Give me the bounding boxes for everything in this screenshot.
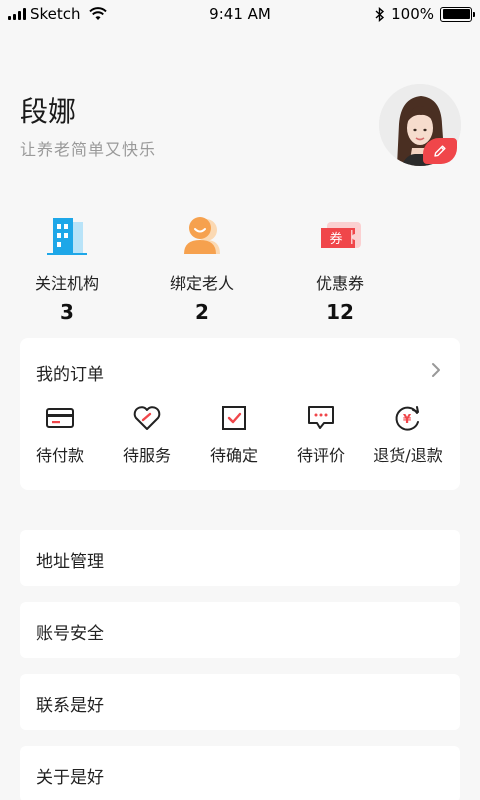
status-right: 100% (375, 5, 475, 23)
pencil-icon (434, 145, 446, 157)
coupon-icon: 券 (285, 206, 395, 256)
comment-icon (277, 404, 365, 432)
refund-icon: ¥ (364, 404, 452, 432)
menu-item-address[interactable]: 地址管理 (20, 530, 460, 586)
refund-icon-text: ¥ (403, 412, 412, 426)
stat-label: 关注机构 (34, 274, 99, 293)
card-icon (16, 404, 104, 432)
profile-name: 段娜 (20, 95, 77, 128)
order-pending-service[interactable]: 待服务 (103, 404, 191, 466)
menu-item-contact[interactable]: 联系是好 (20, 674, 460, 730)
battery-icon (440, 6, 475, 22)
order-pending-payment[interactable]: 待付款 (16, 404, 104, 466)
battery-fill (442, 9, 470, 19)
stat-value: 12 (326, 300, 354, 324)
profile-slogan: 让养老简单又快乐 (20, 140, 157, 159)
stat-value: 2 (195, 300, 209, 324)
menu-label: 关于是好 (36, 768, 104, 788)
bluetooth-icon (375, 6, 385, 22)
order-pending-review[interactable]: 待评价 (277, 404, 365, 466)
building-icon (12, 206, 122, 256)
stat-bound-elders[interactable]: 绑定老人 2 (147, 206, 257, 324)
heart-icon (103, 404, 191, 432)
check-box-icon (190, 404, 278, 432)
stat-value: 3 (60, 300, 74, 324)
order-label: 待评价 (296, 446, 345, 465)
orders-card: 我的订单 待付款 待服务 待确定 待评价 ¥ 退货/退款 (20, 338, 460, 490)
edit-avatar-button[interactable] (423, 138, 457, 164)
coupon-icon-text: 券 (329, 231, 342, 247)
menu-label: 账号安全 (36, 624, 104, 644)
order-label: 退货/退款 (373, 446, 443, 465)
order-label: 待确定 (209, 446, 258, 465)
menu-item-account-security[interactable]: 账号安全 (20, 602, 460, 658)
order-refund[interactable]: ¥ 退货/退款 (364, 404, 452, 466)
battery-percent: 100% (391, 5, 434, 23)
menu-label: 地址管理 (36, 552, 104, 572)
order-pending-confirm[interactable]: 待确定 (190, 404, 278, 466)
menu-label: 联系是好 (36, 696, 104, 716)
elder-icon (147, 206, 257, 256)
stat-coupons[interactable]: 券 优惠券 12 (285, 206, 395, 324)
chevron-right-icon[interactable] (426, 360, 446, 380)
order-label: 待服务 (122, 446, 171, 465)
stat-followed-institutions[interactable]: 关注机构 3 (12, 206, 122, 324)
stat-label: 绑定老人 (169, 274, 234, 293)
status-bar: Sketch 9:41 AM 100% (0, 0, 480, 28)
menu-item-about[interactable]: 关于是好 (20, 746, 460, 800)
orders-title: 我的订单 (36, 365, 104, 385)
order-label: 待付款 (35, 446, 84, 465)
stat-label: 优惠券 (315, 274, 364, 293)
